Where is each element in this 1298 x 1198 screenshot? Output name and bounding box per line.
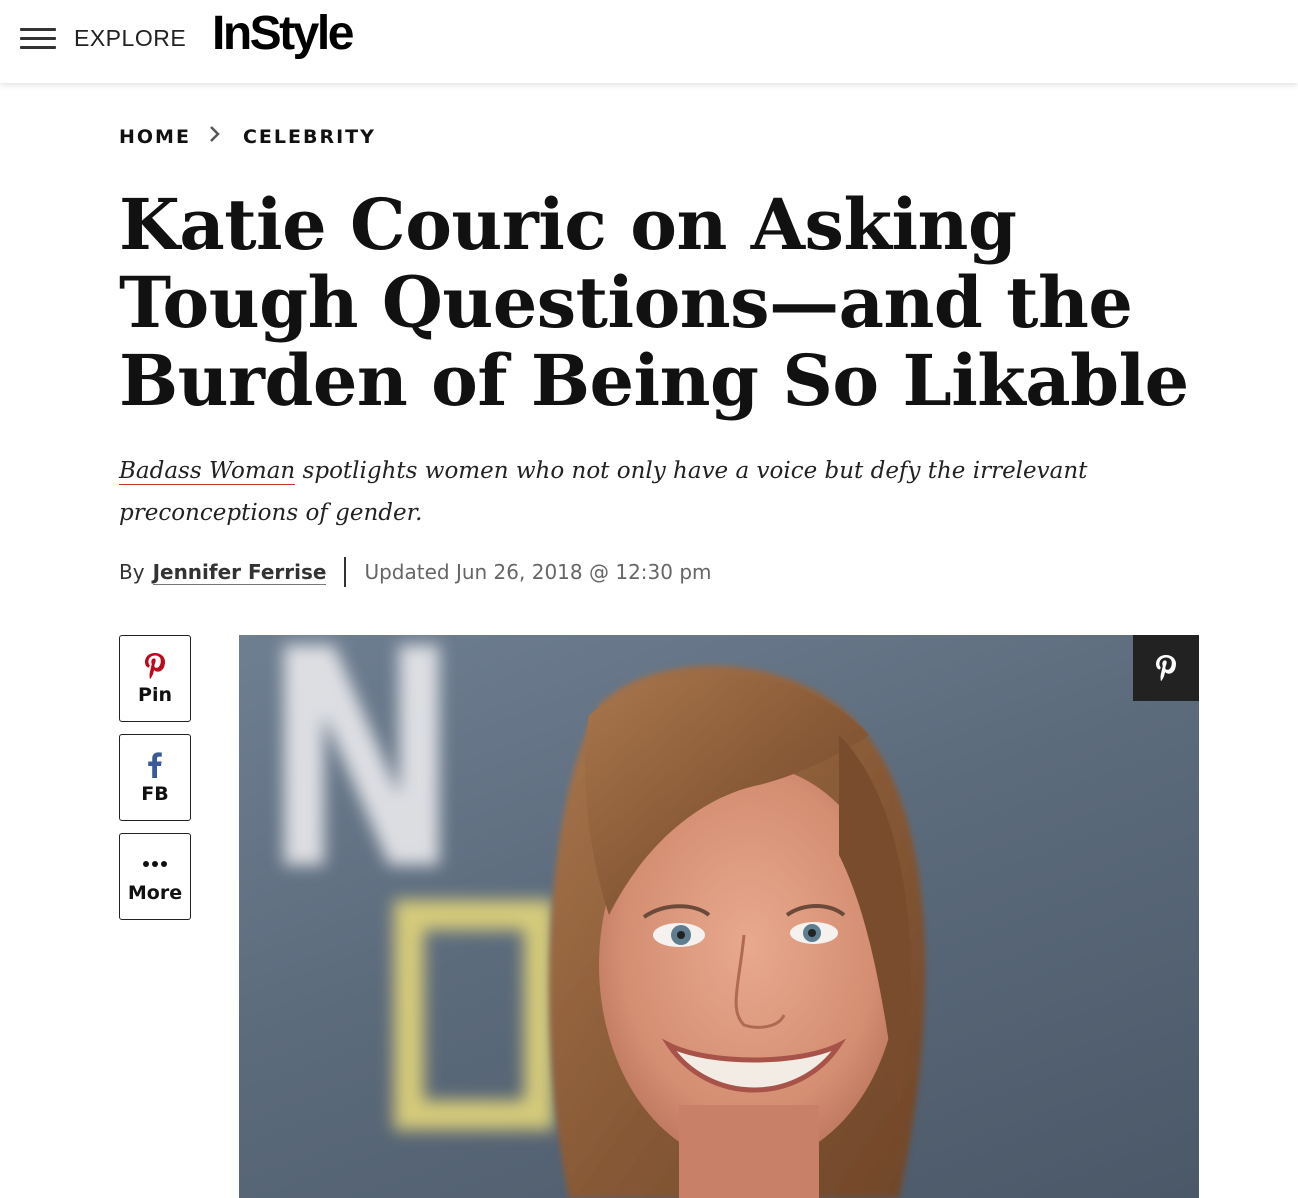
pin-label: Pin — [138, 683, 172, 706]
pinterest-icon — [1156, 655, 1176, 681]
facebook-icon — [148, 751, 162, 779]
breadcrumb-home[interactable]: HOME — [119, 126, 191, 148]
byline: By Jennifer Ferrise Updated Jun 26, 2018… — [119, 557, 712, 587]
breadcrumb-celebrity[interactable]: CELEBRITY — [243, 126, 376, 148]
more-dots-icon — [142, 850, 168, 878]
pin-image-button[interactable] — [1133, 635, 1199, 701]
fb-label: FB — [141, 782, 169, 805]
share-buttons: Pin FB More — [119, 635, 191, 932]
hero-photo-illustration — [284, 645, 926, 1198]
explore-menu-label[interactable]: EXPLORE — [74, 25, 186, 52]
more-share-button[interactable]: More — [119, 833, 191, 920]
top-navigation-bar: EXPLORE InStyle — [0, 0, 1298, 83]
badass-woman-link[interactable]: Badass Woman — [119, 458, 296, 485]
pin-share-button[interactable]: Pin — [119, 635, 191, 722]
pinterest-icon — [144, 652, 166, 680]
article-dek: Badass Woman spotlights women who not on… — [119, 450, 1159, 534]
menu-icon[interactable] — [20, 28, 56, 50]
hero-image — [239, 635, 1199, 1198]
updated-timestamp: Updated Jun 26, 2018 @ 12:30 pm — [364, 560, 712, 584]
facebook-share-button[interactable]: FB — [119, 734, 191, 821]
byline-prefix: By — [119, 560, 145, 584]
byline-divider — [344, 557, 347, 587]
chevron-right-icon — [209, 125, 221, 148]
breadcrumb: HOME CELEBRITY — [119, 125, 376, 148]
author-link[interactable]: Jennifer Ferrise — [152, 560, 327, 585]
more-label: More — [127, 881, 183, 904]
instyle-logo[interactable]: InStyle — [212, 6, 354, 61]
article-title: Katie Couric on Asking Tough Questions—a… — [119, 183, 1189, 422]
